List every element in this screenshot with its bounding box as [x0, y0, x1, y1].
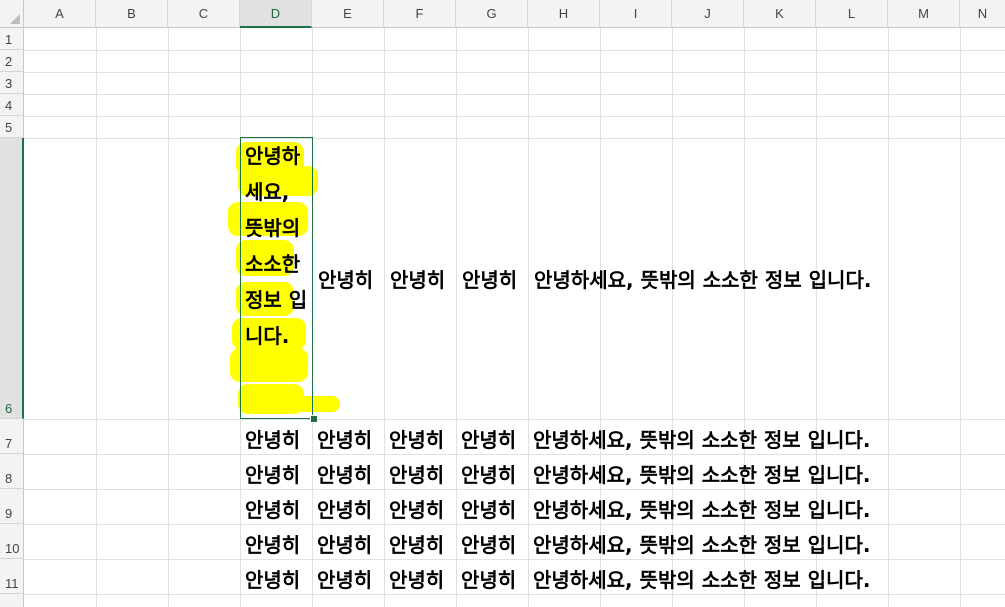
gridline — [24, 138, 1005, 139]
cell-h11[interactable]: 안녕하세요, 뜻밖의 소소한 정보 입니다. — [533, 564, 870, 593]
row-header-9[interactable]: 9 — [0, 489, 24, 524]
row-header-1[interactable]: 1 — [0, 28, 24, 50]
row-header-2[interactable]: 2 — [0, 50, 24, 72]
cell-f10[interactable]: 안녕히 — [389, 529, 445, 558]
cell-f11[interactable]: 안녕히 — [389, 564, 445, 593]
row-header-6[interactable]: 6 — [0, 138, 24, 419]
gridline — [24, 594, 1005, 595]
cell-e7[interactable]: 안녕히 — [317, 424, 373, 453]
column-header-d[interactable]: D — [240, 0, 312, 28]
cell-f6[interactable]: 안녕히 — [390, 264, 446, 293]
cell-e8[interactable]: 안녕히 — [317, 459, 373, 488]
cell-d10[interactable]: 안녕히 — [245, 529, 301, 558]
cell-h8[interactable]: 안녕하세요, 뜻밖의 소소한 정보 입니다. — [533, 459, 870, 488]
row-header-5[interactable]: 5 — [0, 116, 24, 138]
cell-h9[interactable]: 안녕하세요, 뜻밖의 소소한 정보 입니다. — [533, 494, 870, 523]
gridline — [24, 419, 1005, 420]
cell-f8[interactable]: 안녕히 — [389, 459, 445, 488]
gridline — [24, 559, 1005, 560]
column-header-l[interactable]: L — [816, 0, 888, 28]
row-header-11[interactable]: 11 — [0, 559, 24, 594]
column-header-f[interactable]: F — [384, 0, 456, 28]
cell-g9[interactable]: 안녕히 — [461, 494, 517, 523]
row-header-7[interactable]: 7 — [0, 419, 24, 454]
cell-e6[interactable]: 안녕히 — [318, 264, 374, 293]
column-header-n[interactable]: N — [960, 0, 1005, 28]
gridline — [24, 454, 1005, 455]
select-all-button[interactable] — [0, 0, 24, 28]
cell-g11[interactable]: 안녕히 — [461, 564, 517, 593]
column-header-a[interactable]: A — [24, 0, 96, 28]
column-header-g[interactable]: G — [456, 0, 528, 28]
column-header-h[interactable]: H — [528, 0, 600, 28]
gridline — [24, 489, 1005, 490]
cell-d7[interactable]: 안녕히 — [245, 424, 301, 453]
gridline — [888, 28, 889, 607]
gridline — [24, 72, 1005, 73]
gridline — [24, 50, 1005, 51]
cell-e9[interactable]: 안녕히 — [317, 494, 373, 523]
cell-h6[interactable]: 안녕하세요, 뜻밖의 소소한 정보 입니다. — [534, 264, 871, 293]
row-header-3[interactable]: 3 — [0, 72, 24, 94]
column-header-i[interactable]: I — [600, 0, 672, 28]
cell-h7[interactable]: 안녕하세요, 뜻밖의 소소한 정보 입니다. — [533, 424, 870, 453]
gridline — [168, 28, 169, 607]
column-header-j[interactable]: J — [672, 0, 744, 28]
gridline — [24, 94, 1005, 95]
row-header-4[interactable]: 4 — [0, 94, 24, 116]
active-cell-border — [240, 137, 313, 419]
cell-f7[interactable]: 안녕히 — [389, 424, 445, 453]
cell-h10[interactable]: 안녕하세요, 뜻밖의 소소한 정보 입니다. — [533, 529, 870, 558]
fill-handle[interactable] — [310, 415, 318, 423]
column-header-c[interactable]: C — [168, 0, 240, 28]
cell-g8[interactable]: 안녕히 — [461, 459, 517, 488]
gridline — [24, 116, 1005, 117]
row-header-10[interactable]: 10 — [0, 524, 24, 559]
cell-g7[interactable]: 안녕히 — [461, 424, 517, 453]
cell-e11[interactable]: 안녕히 — [317, 564, 373, 593]
column-header-b[interactable]: B — [96, 0, 168, 28]
row-header-12[interactable] — [0, 594, 24, 607]
column-header-m[interactable]: M — [888, 0, 960, 28]
gridline — [960, 28, 961, 607]
cell-g6[interactable]: 안녕히 — [462, 264, 518, 293]
cell-d9[interactable]: 안녕히 — [245, 494, 301, 523]
cell-f9[interactable]: 안녕히 — [389, 494, 445, 523]
cell-d11[interactable]: 안녕히 — [245, 564, 301, 593]
gridline — [384, 28, 385, 607]
gridline — [96, 28, 97, 607]
gridline — [528, 28, 529, 607]
cell-g10[interactable]: 안녕히 — [461, 529, 517, 558]
column-header-k[interactable]: K — [744, 0, 816, 28]
row-header-8[interactable]: 8 — [0, 454, 24, 489]
gridline — [24, 524, 1005, 525]
cell-d8[interactable]: 안녕히 — [245, 459, 301, 488]
column-header-e[interactable]: E — [312, 0, 384, 28]
cell-e10[interactable]: 안녕히 — [317, 529, 373, 558]
gridline — [456, 28, 457, 607]
